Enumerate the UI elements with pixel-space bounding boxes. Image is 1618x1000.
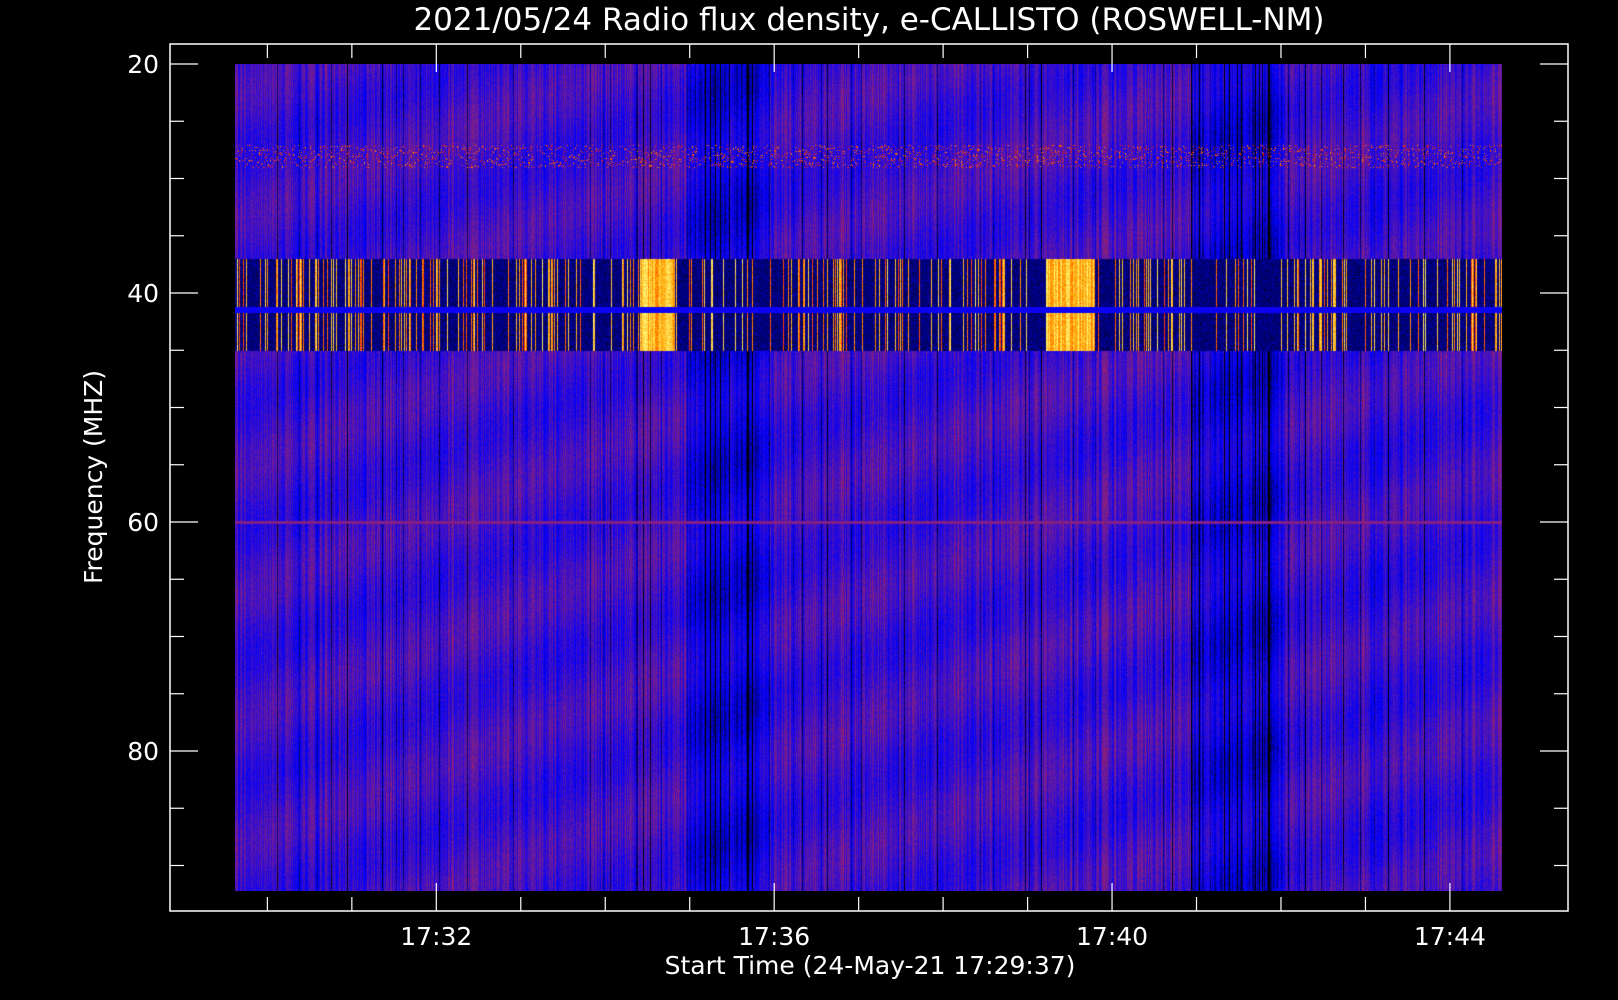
y-tick-label: 60	[127, 508, 159, 537]
y-axis-label: Frequency (MHZ)	[79, 370, 108, 584]
spectrogram-image	[235, 64, 1502, 891]
heatmap-area	[235, 64, 1502, 891]
y-tick-label: 20	[127, 50, 159, 79]
y-tick-label: 80	[127, 737, 159, 766]
x-tick-label: 17:36	[738, 922, 810, 951]
x-axis-label: Start Time (24-May-21 17:29:37)	[665, 951, 1076, 980]
x-tick-label: 17:44	[1414, 922, 1486, 951]
x-tick-label: 17:32	[400, 922, 472, 951]
chart-title: 2021/05/24 Radio flux density, e-CALLIST…	[413, 2, 1324, 38]
y-tick-label: 40	[127, 279, 159, 308]
x-tick-label: 17:40	[1076, 922, 1148, 951]
spectrogram-chart: 20 40 60 80 17:32 17:36 17:40 17:44 2021/05/24 …	[0, 0, 1618, 1000]
